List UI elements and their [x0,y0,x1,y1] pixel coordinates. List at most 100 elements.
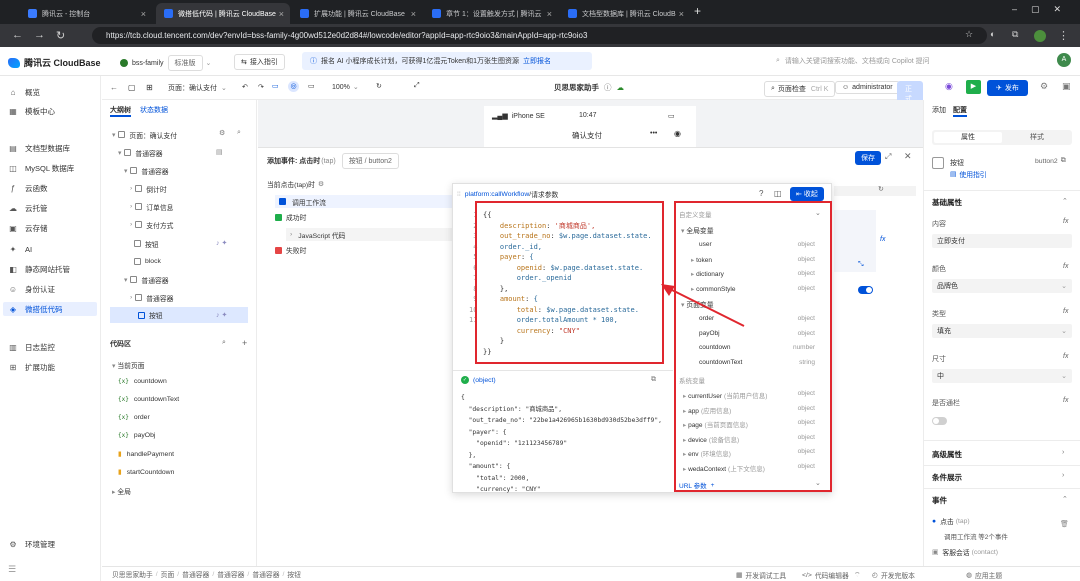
gear-icon[interactable]: ⚙ [318,180,324,188]
pc-view-icon[interactable]: ▭ [272,82,279,90]
browser-tab[interactable]: 腾讯云 - 控制台 × [20,3,152,24]
usage-link[interactable]: ▤ 使用指引 [950,169,987,179]
sidebar-item-mysql[interactable]: ◫ MySQL 数据库 [8,161,94,175]
run-button[interactable]: ▶ [966,80,981,94]
section-condition[interactable]: 条件展示 [932,472,962,483]
avatar[interactable] [1034,30,1046,42]
tree-node[interactable]: › 倒计时 [130,182,167,195]
breadcrumb-item[interactable]: 普通容器 [217,569,244,579]
menu-icon[interactable]: ⋮ [1058,29,1069,42]
tree-node-container[interactable]: ▾ 普通容器 [118,146,163,159]
global-group[interactable]: ▸ 全局 [112,486,131,496]
preview-icon[interactable]: ◉ [945,81,953,92]
help-icon[interactable]: ? [759,189,763,198]
tab-properties[interactable]: 属性 [934,132,1002,143]
settings-icon[interactable]: ⚙ [1040,81,1048,92]
breadcrumb-item[interactable]: 普通容器 [182,569,209,579]
chevron-right-icon[interactable]: › [1062,449,1064,456]
tab-config[interactable]: 配置 [953,105,967,117]
sidebar-item-ai[interactable]: ✦ AI [8,242,94,256]
browser-tab[interactable]: 章节 1：设置触发方式 | 腾讯云 × [424,3,558,24]
event-item-contact[interactable]: ▣ 客服会话 (contact) [932,547,998,558]
fail-branch[interactable]: 失败时 [275,245,306,255]
tab-state-data[interactable]: 状态数据 [140,105,168,115]
wifi-icon[interactable]: ⌔ [854,570,860,579]
code-var[interactable]: {x} payObj [118,432,155,439]
section-advanced[interactable]: 高级属性 [932,449,962,460]
fx-icon[interactable]: fx [1063,353,1068,360]
type-select[interactable]: 填充 ⌄ [932,324,1072,338]
success-branch[interactable]: 成功时 [275,212,306,222]
search-icon[interactable]: ⌕ [222,339,226,347]
browser-tab-active[interactable]: 微搭低代码 | 腾讯云 CloudBase × [156,3,290,24]
fx-icon[interactable]: fx [1063,218,1068,225]
current-page-group[interactable]: ▾ 当前页面 [112,360,145,370]
delete-icon[interactable]: 🗑 [1060,520,1069,528]
pages-icon[interactable]: ▢ [128,83,136,92]
undo-icon[interactable]: ↶ [242,83,248,91]
page-check-button[interactable]: ⌕ 页面检查 Ctrl K [764,81,836,97]
url-field[interactable]: https://tcb.cloud.tencent.com/dev?envId=… [92,27,987,44]
tab-add[interactable]: 添加 [932,105,946,115]
page-selector[interactable]: 页面：确认支付 ⌄ [168,83,227,93]
add-icon[interactable]: + [242,338,247,348]
theme-button[interactable]: ◍ 应用主题 [966,570,1002,580]
sidebar-item-hosting[interactable]: ◧ 静态网站托管 [8,262,94,276]
sidebar-item-storage[interactable]: ▣ 云存储 [8,221,94,235]
chevron-up-icon[interactable]: ⌃ [1062,495,1068,503]
search-icon[interactable]: ⌕ [237,129,241,137]
collapse-button[interactable]: ⇤ 收起 [790,187,824,201]
size-select[interactable]: 中 ⌄ [932,369,1072,383]
toggle-switch[interactable] [858,286,873,294]
tab-outline[interactable]: 大纲树 [110,105,131,117]
star-icon[interactable]: ☆ [965,29,973,40]
reload-icon[interactable]: ↻ [56,29,65,42]
sidebar-item-templates[interactable]: ▦ 模板中心 [8,104,94,118]
back-icon[interactable]: ← [110,83,118,92]
extensions-icon[interactable]: ⧉ [1012,29,1018,40]
publish-button[interactable]: ✈ 发布 [987,80,1028,96]
collapse-sidebar-icon[interactable]: ☰ [8,564,16,575]
save-button[interactable]: 保存 [855,151,881,165]
sidebar-item-extensions[interactable]: ⊞ 扩展功能 [8,360,94,374]
refresh-icon[interactable]: ↻ [376,82,382,90]
fx-icon[interactable]: fx [1063,263,1068,270]
tree-node-container[interactable]: ▾ 普通容器 [124,164,169,177]
breadcrumb-item[interactable]: 贝思思家助手 [112,569,153,579]
tree-node-container[interactable]: › 普通容器 [130,291,173,304]
more-icon[interactable]: ••• [650,130,657,137]
tree-node-container[interactable]: ▾ 普通容器 [124,273,169,286]
full-width-toggle[interactable] [932,417,947,425]
components-icon[interactable]: ⊞ [146,83,153,92]
content-input[interactable]: 立即支付 [932,234,1072,248]
close-icon[interactable]: × [547,9,552,19]
close-icon[interactable]: × [141,9,146,19]
target-icon[interactable]: ◉ [674,129,681,138]
tree-node[interactable]: 按钮 [134,237,159,250]
tree-node[interactable]: › 订单信息 [130,200,173,213]
panel-icon[interactable]: ◫ [774,189,782,198]
breadcrumb-item[interactable]: 普通容器 [252,569,279,579]
close-icon[interactable]: × [279,9,284,19]
color-select[interactable]: 品牌色 ⌄ [932,279,1072,293]
access-guide-button[interactable]: ⇆ 接入指引 [234,54,285,70]
back-icon[interactable]: ← [12,29,23,41]
fx-icon[interactable]: fx [1063,308,1068,315]
close-icon[interactable]: × [679,9,684,19]
zoom-select[interactable]: 100% ⌄ [332,83,359,92]
layout-icon[interactable]: ▣ [1062,81,1071,92]
code-editor-button[interactable]: </> 代码编辑器 [802,570,849,581]
code-var[interactable]: {x} order [118,414,150,421]
sidebar-item-overview[interactable]: ⌂ 概览 [8,85,94,99]
banner-link[interactable]: 立即报名 [523,56,551,66]
close-icon[interactable]: ✕ [904,151,912,162]
expand-icon[interactable]: ⤡ [858,261,864,269]
sidebar-item-lowcode[interactable]: ◈ 微搭低代码 [3,302,97,316]
code-handler[interactable]: ▮ handlePayment [118,450,174,459]
copy-icon[interactable]: ⧉ [1061,157,1066,165]
action-call-workflow[interactable]: 调用工作流 [275,195,455,208]
global-search[interactable]: ⌕ 请输入关键词搜索功能、文档或向 Copilot 提问 [776,56,930,66]
browser-tab[interactable]: 文档型数据库 | 腾讯云 CloudB × [560,3,690,24]
window-controls[interactable]: –▢✕ [1012,4,1075,15]
sidebar-item-functions[interactable]: ƒ 云函数 [8,181,94,195]
